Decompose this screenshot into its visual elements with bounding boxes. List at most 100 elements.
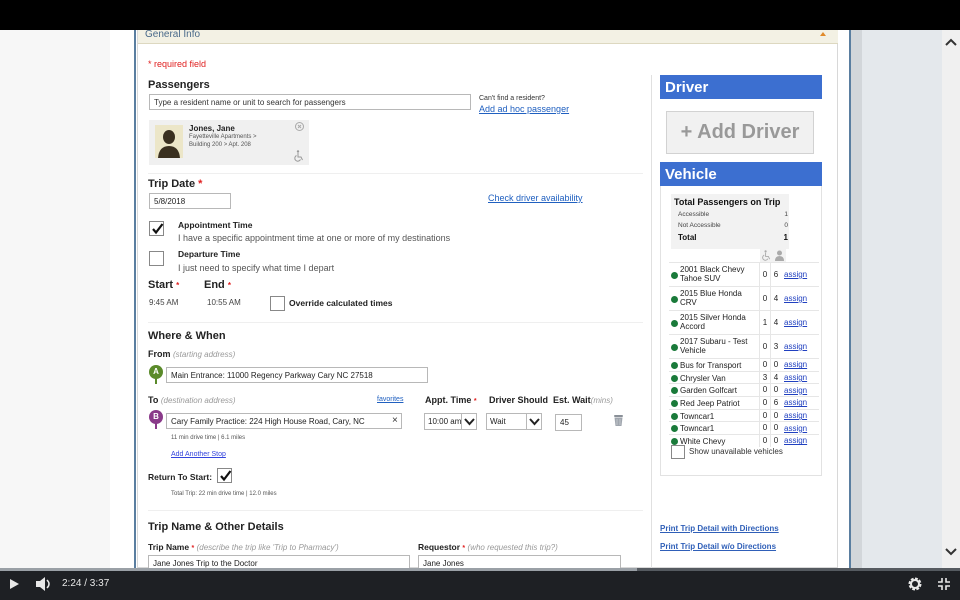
vehicle-row: White Chevy 0 0 assign [669, 434, 819, 447]
person-icon [775, 250, 784, 261]
appointment-time-checkbox[interactable] [149, 221, 164, 236]
frame-shadow [851, 30, 862, 568]
departure-time-checkbox[interactable] [149, 251, 164, 266]
available-status-icon [671, 437, 678, 445]
vehicle-name: Towncar1 [680, 424, 715, 434]
assign-vehicle-link[interactable]: assign [784, 342, 807, 351]
assign-vehicle-link[interactable]: assign [784, 424, 807, 433]
trip-date-input[interactable]: 5/8/2018 [149, 193, 231, 209]
vehicle-name: Chrysler Van [680, 373, 726, 383]
check-driver-availability-link[interactable]: Check driver availability [488, 193, 583, 203]
assign-vehicle-link[interactable]: assign [784, 294, 807, 303]
scroll-up-icon[interactable] [945, 38, 957, 46]
to-label-text: To [148, 395, 159, 405]
start-time-value: 9:45 AM [149, 298, 179, 307]
scroll-down-icon[interactable] [945, 548, 957, 556]
vehicle-row: 2017 Subaru - Test Vehicle 0 3 assign [669, 334, 819, 358]
assign-vehicle-link[interactable]: assign [784, 398, 807, 407]
pin-b-letter: B [149, 410, 163, 424]
checkmark-icon [220, 470, 232, 482]
trip-date-label-text: Trip Date [148, 178, 196, 190]
return-to-start-label: Return To Start: [148, 472, 213, 482]
available-status-icon [671, 399, 678, 407]
vehicle-row: 2015 Blue Honda CRV 0 4 assign [669, 286, 819, 310]
from-label: From (starting address) [148, 349, 235, 359]
clear-destination-icon[interactable]: × [392, 415, 398, 426]
assign-vehicle-link[interactable]: assign [784, 386, 807, 395]
favorites-link[interactable]: favorites [377, 396, 403, 403]
show-unavailable-checkbox[interactable] [671, 445, 685, 459]
collapse-arrow-icon[interactable] [820, 32, 826, 36]
vehicle-row: Chrysler Van 3 4 assign [669, 370, 819, 384]
trip-date-label: Trip Date * [148, 178, 202, 190]
requestor-input[interactable]: Jane Jones [418, 555, 621, 568]
general-info-panel: General Info * required field Passengers… [137, 30, 838, 568]
volume-icon[interactable] [36, 577, 54, 591]
assign-vehicle-link[interactable]: assign [784, 318, 807, 327]
remove-passenger-icon[interactable] [295, 122, 304, 131]
vehicle-row: Red Jeep Patriot 0 6 assign [669, 396, 819, 409]
vehicle-row: Bus for Transport 0 0 assign [669, 358, 819, 371]
available-status-icon [671, 319, 678, 327]
required-asterisk: * [462, 545, 466, 552]
vehicle-accessible-count: 0 [759, 422, 770, 435]
appt-time-label-text: Appt. Time [425, 395, 472, 405]
pin-b-icon: B [149, 410, 163, 430]
vehicle-name: Garden Golfcart [680, 386, 737, 396]
passenger-card: Jones, Jane Fayetteville Apartments > Bu… [149, 120, 309, 165]
appt-time-select[interactable]: 10:00 am [424, 413, 477, 430]
required-asterisk: * [473, 398, 477, 405]
trash-icon[interactable] [613, 414, 624, 427]
vehicle-box: Total Passengers on Trip Accessible 1 No… [660, 186, 822, 476]
assign-vehicle-link[interactable]: assign [784, 270, 807, 279]
override-times-checkbox[interactable] [270, 296, 285, 311]
chevron-down-icon [461, 414, 476, 429]
checkmark-icon [152, 223, 164, 235]
trip-name-input[interactable]: Jane Jones Trip to the Doctor [148, 555, 410, 568]
passenger-search-input[interactable]: Type a resident name or unit to search f… [149, 94, 471, 110]
assign-vehicle-link[interactable]: assign [784, 373, 807, 382]
vehicle-seat-count: 3 [770, 335, 781, 358]
trip-name-label: Trip Name * (describe the trip like 'Tri… [148, 542, 339, 552]
wheelchair-icon [294, 150, 303, 162]
totals-row: Accessible 1 [678, 211, 788, 218]
print-without-directions-link[interactable]: Print Trip Detail w/o Directions [660, 542, 776, 551]
play-icon[interactable] [10, 579, 19, 589]
assign-vehicle-link[interactable]: assign [784, 411, 807, 420]
add-driver-button[interactable]: + Add Driver [666, 111, 814, 154]
assign-vehicle-link[interactable]: assign [784, 436, 807, 445]
divider [148, 510, 643, 511]
departure-time-title: Departure Time [178, 249, 241, 259]
from-address-input[interactable]: Main Entrance: 11000 Regency Parkway Car… [166, 367, 428, 383]
available-status-icon [671, 412, 678, 420]
scrollbar[interactable] [942, 30, 960, 568]
video-time: 2:24 / 3:37 [62, 578, 110, 589]
video-controls [0, 568, 960, 600]
est-wait-unit: (mins) [590, 396, 613, 405]
appointment-time-desc: I have a specific appointment time at on… [178, 233, 451, 243]
assign-vehicle-link[interactable]: assign [784, 360, 807, 369]
vehicle-name: 2015 Blue Honda CRV [680, 289, 742, 307]
est-wait-input[interactable]: 45 [555, 414, 582, 431]
left-gutter [0, 30, 110, 568]
available-status-icon [671, 387, 678, 395]
settings-gear-icon[interactable] [907, 576, 923, 592]
to-label: To (destination address) [148, 395, 236, 405]
exit-fullscreen-icon[interactable] [938, 578, 950, 590]
passenger-totals: Total Passengers on Trip Accessible 1 No… [671, 194, 789, 249]
print-with-directions-link[interactable]: Print Trip Detail with Directions [660, 524, 779, 533]
totals-row: Total 1 [678, 233, 788, 242]
add-another-stop-link[interactable]: Add Another Stop [171, 451, 226, 458]
driver-should-select[interactable]: Wait [486, 413, 542, 430]
passengers-heading: Passengers [148, 79, 210, 91]
required-field-note: * required field [148, 59, 207, 69]
vehicle-name: Red Jeep Patriot [680, 399, 740, 409]
add-adhoc-passenger-link[interactable]: Add ad hoc passenger [479, 104, 569, 114]
panel-header[interactable]: General Info [138, 30, 838, 44]
trip-name-heading: Trip Name & Other Details [148, 521, 284, 533]
to-address-input[interactable]: Cary Family Practice: 224 High House Roa… [166, 413, 402, 429]
return-to-start-checkbox[interactable] [217, 468, 232, 483]
totals-row-label: Total [678, 233, 697, 242]
frame-border [134, 30, 136, 568]
vehicle-seat-count: 0 [770, 422, 781, 435]
